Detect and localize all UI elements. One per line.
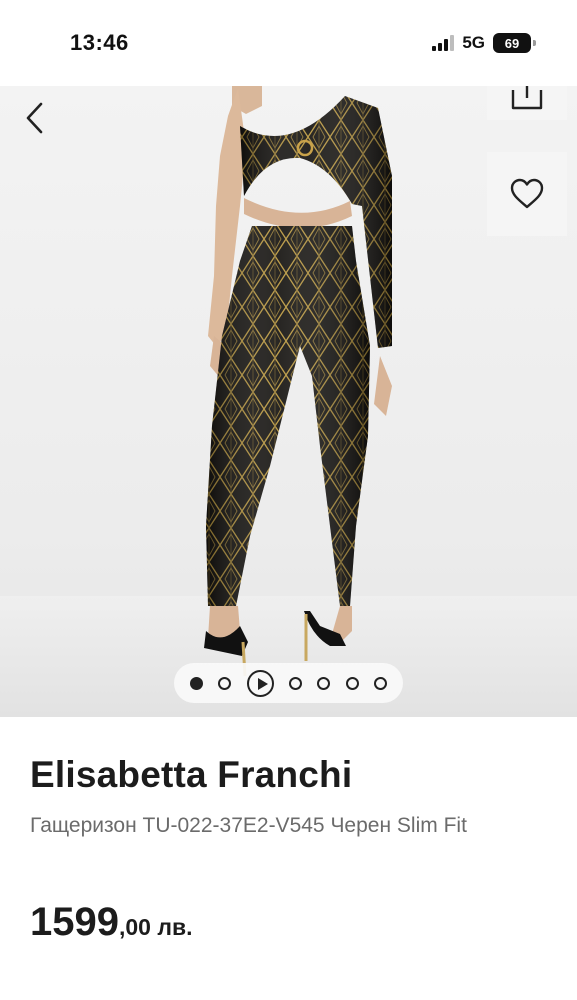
gallery-dot[interactable] — [345, 676, 359, 690]
heart-icon — [510, 178, 544, 209]
product-description: Гащеризон TU-022-37E2-V545 Черен Slim Fi… — [30, 814, 467, 837]
chevron-left-icon — [26, 102, 43, 134]
product-price: 1599,00 лв. — [30, 900, 193, 945]
gallery-dot[interactable] — [374, 676, 388, 690]
price-integer: 1599 — [30, 900, 119, 944]
status-time: 13:46 — [70, 30, 129, 55]
battery-icon: 69 — [493, 33, 536, 53]
product-image-gallery[interactable] — [0, 86, 577, 717]
brand-name[interactable]: Elisabetta Franchi — [30, 754, 352, 796]
play-video-icon[interactable] — [246, 669, 274, 697]
status-bar: 13:46 5G 69 — [0, 0, 577, 86]
gallery-dot[interactable] — [189, 676, 203, 690]
network-type: 5G — [462, 33, 485, 52]
gallery-dot[interactable] — [317, 676, 331, 690]
share-button[interactable] — [487, 86, 567, 120]
signal-icon — [432, 35, 455, 51]
share-icon — [511, 86, 543, 110]
favorite-button[interactable] — [487, 152, 567, 236]
gallery-dot[interactable] — [288, 676, 302, 690]
status-indicators: 5G 69 — [432, 33, 536, 53]
price-decimal: ,00 лв. — [118, 914, 193, 940]
gallery-dot[interactable] — [218, 676, 232, 690]
back-button[interactable] — [18, 98, 54, 138]
gallery-pagination — [174, 663, 403, 703]
